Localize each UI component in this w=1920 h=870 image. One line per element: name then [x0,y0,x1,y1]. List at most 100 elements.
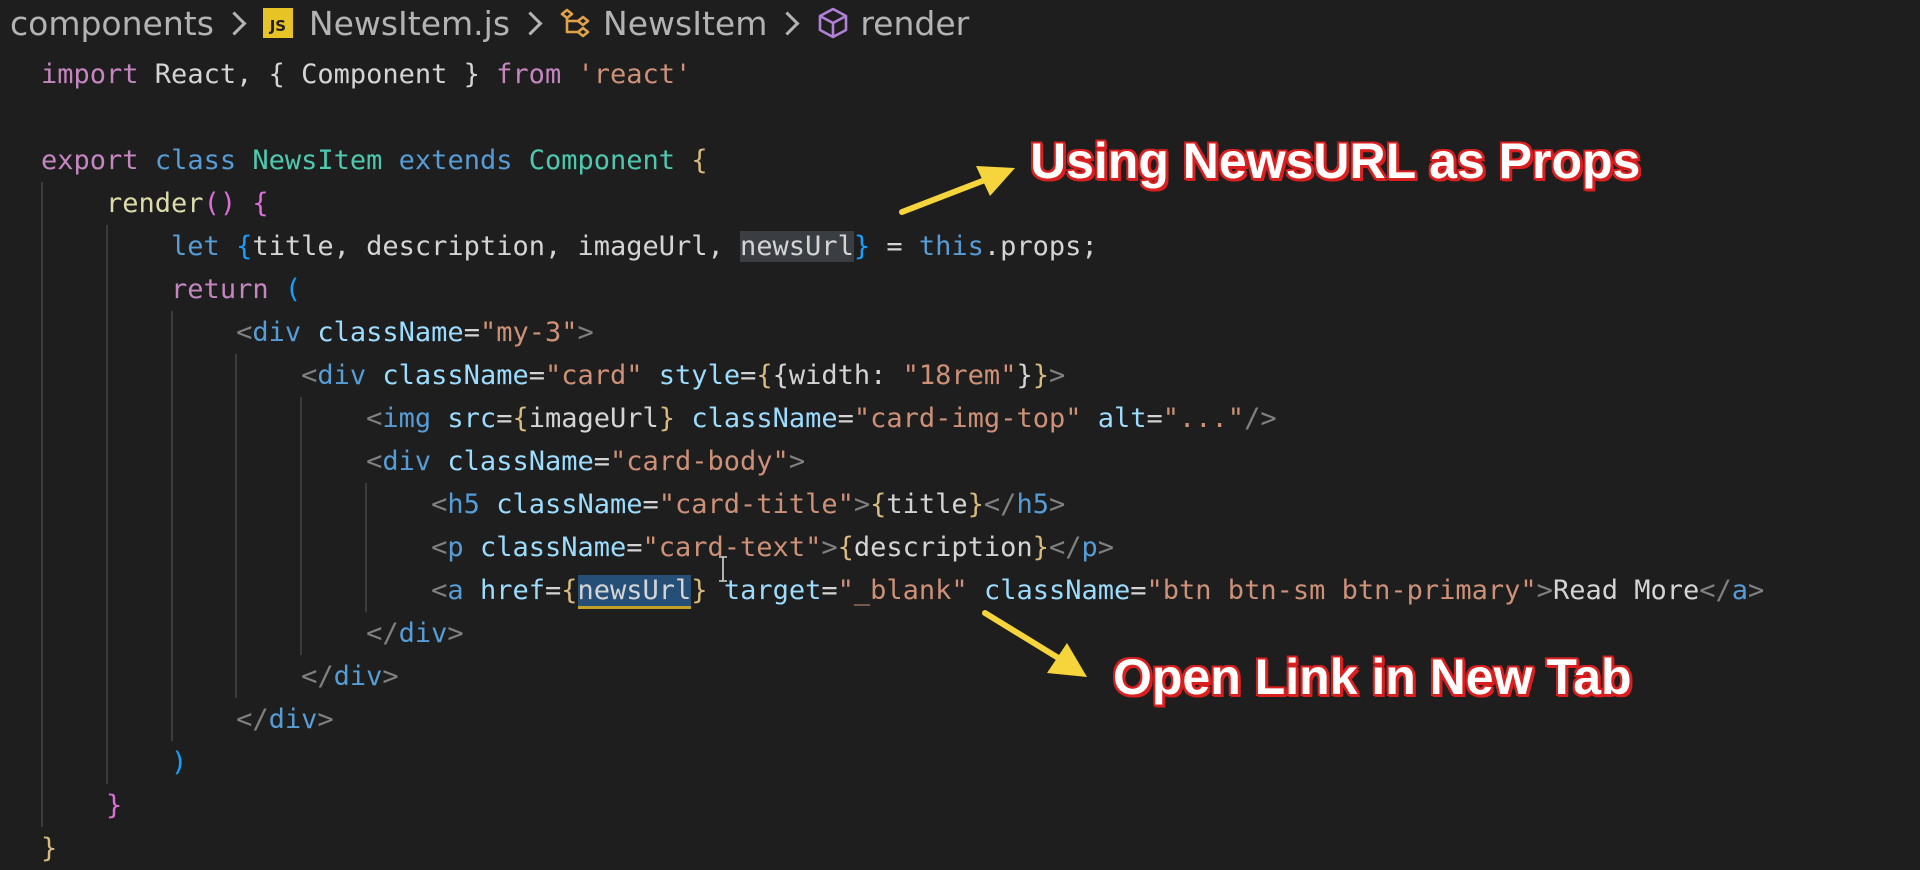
code-token: className [382,360,529,391]
code-token: = [837,403,854,434]
code-line[interactable]: <div className="my-3"> [0,311,1920,354]
code-token: { [236,231,253,262]
code-line-content: <p className="card-text">{description}</… [41,526,1114,569]
code-token: ( [284,274,302,305]
code-token: title [886,489,968,520]
code-token: className [447,446,594,477]
code-token: = [463,317,480,348]
code-line-content: } [41,827,57,870]
code-line[interactable]: return ( [0,268,1920,311]
code-line[interactable]: } [0,784,1920,827]
code-token: } [853,231,871,262]
code-token: import [41,59,139,90]
code-token: div [333,661,383,692]
code-token: href [479,575,545,606]
code-line[interactable]: let {title, description, imageUrl, newsU… [0,225,1920,268]
code-token: { [837,532,854,563]
code-line-content: <img src={imageUrl} className="card-img-… [41,397,1276,440]
code-token: return [171,274,269,305]
code-token: "my-3" [479,317,578,348]
code-token: { [756,360,773,391]
code-line[interactable]: </div> [0,655,1920,698]
code-token: > [447,618,464,649]
code-line-content: return ( [41,268,301,311]
code-line-content: </div> [41,698,334,741]
code-token: title, description, imageUrl, [252,231,741,262]
code-line[interactable]: <div className="card-body"> [0,440,1920,483]
code-line[interactable]: <div className="card" style={{width: "18… [0,354,1920,397]
code-token: "18rem" [902,360,1017,391]
code-token: } [967,489,984,520]
breadcrumb-file-label: NewsItem.js [308,3,511,43]
breadcrumb-item-class[interactable]: NewsItem [559,4,767,43]
code-token: = [528,360,545,391]
code-token: { [512,403,529,434]
code-token: Component [528,145,676,176]
code-line-content: <div className="card-body"> [41,440,805,483]
code-token: = [544,575,562,606]
code-line-content: import React, { Component } from 'react' [41,53,691,96]
breadcrumb-item-folder[interactable]: components [10,4,214,43]
code-token: () [203,188,237,219]
code-token: p [1081,532,1098,563]
code-line[interactable]: </div> [0,612,1920,655]
code-line[interactable]: <p className="card-text">{description}</… [0,526,1920,569]
breadcrumb-item-file[interactable]: JS NewsItem.js [262,3,511,43]
code-token: {width: [772,360,903,391]
code-token: className [691,403,838,434]
code-token: > [1048,360,1066,391]
code-token: "card-img-top" [853,403,1082,434]
code-token: className [317,317,464,348]
code-line[interactable]: import React, { Component } from 'react' [0,53,1920,96]
code-token: > [317,704,334,735]
code-token: newsUrl [740,231,854,262]
annotation-props: Using NewsURL as Props [1030,133,1641,189]
code-token: </ [1699,575,1732,606]
code-token: a [1731,575,1749,606]
code-line[interactable]: </div> [0,698,1920,741]
code-line-content: <a href={newsUrl} target="_blank" classN… [41,569,1764,612]
code-line[interactable]: } [0,827,1920,870]
code-token: { [252,188,269,219]
javascript-file-icon: JS [262,8,293,38]
code-token: "card-title" [658,489,854,520]
code-token: </ [301,661,334,692]
breadcrumb-item-method[interactable]: render [816,4,969,43]
breadcrumb: components JS NewsItem.js NewsItem rende… [10,0,969,46]
code-line-content: } [41,784,122,827]
annotation-new-tab: Open Link in New Tab [1113,649,1632,705]
code-token: h5 [1016,489,1049,520]
code-token: div [317,360,367,391]
code-token: description [853,532,1033,563]
code-line[interactable]: ) [0,741,1920,784]
code-line-content: <div className="card" style={{width: "18… [41,354,1065,397]
code-line[interactable]: <a href={newsUrl} target="_blank" classN… [0,569,1920,612]
code-token: > [821,532,838,563]
code-token: from [496,59,562,90]
code-token: target [723,575,822,606]
code-line[interactable]: <h5 className="card-title">{title}</h5> [0,483,1920,526]
code-token: "_blank" [837,575,968,606]
code-token: < [431,489,448,520]
code-token: < [301,360,318,391]
code-token: } [658,403,676,434]
code-token: > [1748,575,1765,606]
code-token: React, { Component } [138,59,497,90]
code-line[interactable]: <img src={imageUrl} className="card-img-… [0,397,1920,440]
code-token: { [870,489,887,520]
code-token: </ [983,489,1017,520]
code-token: = [821,575,838,606]
code-token: = [1146,403,1163,434]
